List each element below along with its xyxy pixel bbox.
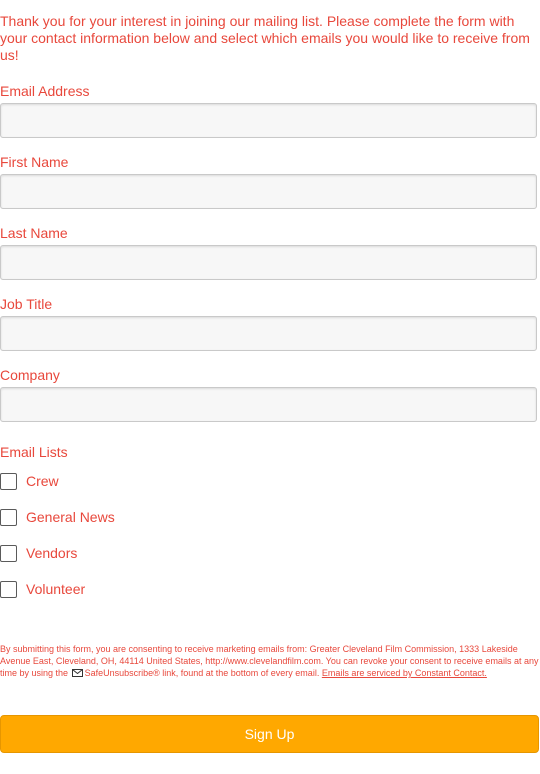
general-news-label[interactable]: General News — [26, 509, 115, 526]
vendors-checkbox[interactable] — [0, 544, 17, 562]
consent-disclaimer: By submitting this form, you are consent… — [0, 643, 540, 680]
first-name-label: First Name — [0, 154, 69, 170]
general-news-checkbox[interactable] — [0, 508, 17, 526]
intro-text: Thank you for your interest in joining o… — [0, 13, 530, 63]
safeunsubscribe-text: SafeUnsubscribe® link, found at the bott… — [84, 668, 320, 678]
list-option-vendors[interactable]: Vendors — [0, 543, 77, 563]
job-title-field[interactable] — [0, 316, 537, 351]
crew-label[interactable]: Crew — [26, 473, 59, 490]
company-field[interactable] — [0, 387, 537, 422]
job-title-label: Job Title — [0, 296, 53, 312]
crew-checkbox[interactable] — [0, 472, 17, 490]
first-name-field[interactable] — [0, 174, 537, 209]
last-name-label: Last Name — [0, 225, 68, 241]
email-field[interactable] — [0, 103, 537, 138]
constant-contact-link[interactable]: Emails are serviced by Constant Contact. — [322, 668, 487, 678]
email-label: Email Address — [0, 83, 90, 99]
volunteer-checkbox[interactable] — [0, 580, 17, 598]
last-name-field[interactable] — [0, 245, 537, 280]
volunteer-label[interactable]: Volunteer — [26, 581, 85, 598]
list-option-crew[interactable]: Crew — [0, 471, 59, 491]
email-lists-label: Email Lists — [0, 444, 68, 460]
envelope-icon — [71, 668, 83, 680]
vendors-label[interactable]: Vendors — [26, 545, 77, 562]
sign-up-button[interactable]: Sign Up — [0, 715, 539, 753]
company-label: Company — [0, 367, 60, 383]
list-option-general-news[interactable]: General News — [0, 507, 115, 527]
list-option-volunteer[interactable]: Volunteer — [0, 579, 85, 599]
